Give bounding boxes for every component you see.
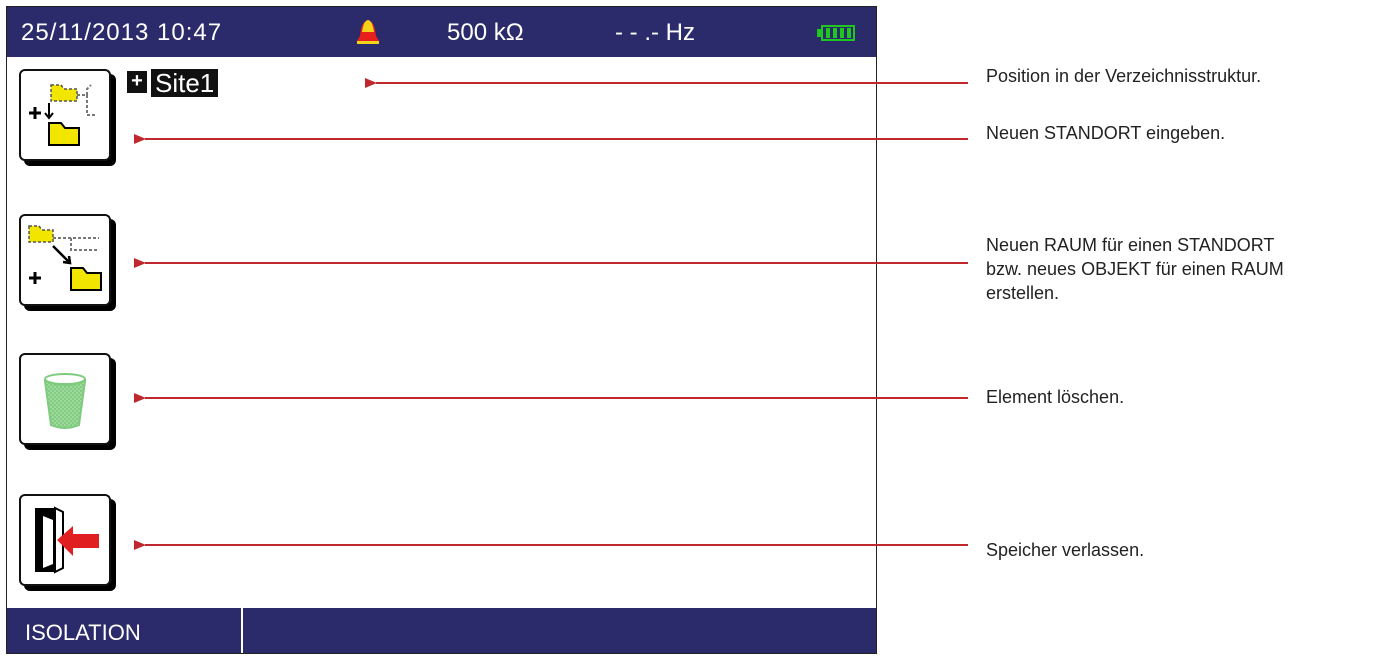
annotation-arrows bbox=[134, 78, 968, 550]
note-new-child-line: erstellen. bbox=[986, 283, 1060, 303]
note-new-child-line: bzw. neues OBJEKT für einen RAUM bbox=[986, 259, 1284, 279]
note-new-site: Neuen STANDORT eingeben. bbox=[986, 123, 1226, 143]
note-exit: Speicher verlassen. bbox=[986, 540, 1145, 560]
note-position: Position in der Verzeichnisstruktur. bbox=[986, 66, 1262, 86]
note-new-child-line: Neuen RAUM für einen STANDORT bbox=[986, 235, 1275, 255]
note-delete: Element löschen. bbox=[986, 387, 1125, 407]
note-new-child: Neuen RAUM für einen STANDORT bzw. neues… bbox=[986, 233, 1284, 305]
